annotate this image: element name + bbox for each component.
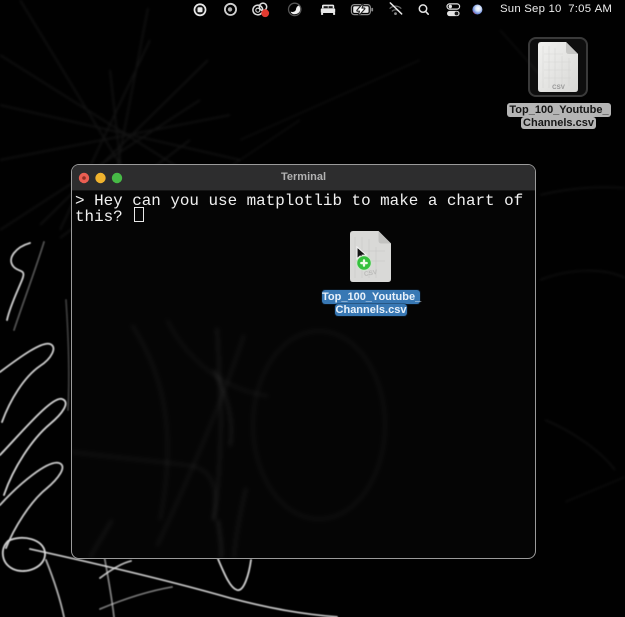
svg-text:CSV: CSV xyxy=(552,84,566,91)
